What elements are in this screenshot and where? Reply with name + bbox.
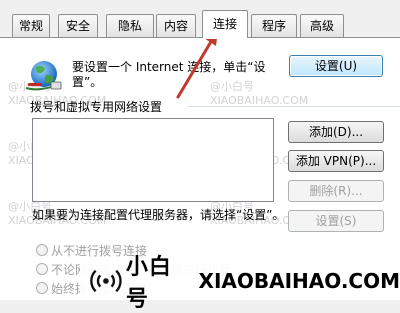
radio-indicator-icon — [36, 282, 48, 294]
section-divider — [188, 106, 400, 107]
watermark-banner: 小白号 XIAOBAIHAO.COM — [80, 255, 400, 312]
tab-advanced[interactable]: 高级 — [300, 14, 344, 37]
add-button[interactable]: 添加(D)... — [288, 121, 384, 143]
globe-network-icon — [25, 61, 62, 91]
brand-name: 小白号 — [125, 255, 172, 312]
setup-instructions: 要设置一个 Internet 连接，单击“设置”。 — [72, 60, 266, 89]
brand-domain: XIAOBAIHAO.COM — [198, 269, 400, 293]
tab-connections[interactable]: 连接 — [202, 10, 248, 39]
radio-indicator-icon — [36, 244, 48, 256]
tab-privacy[interactable]: 隐私 — [106, 14, 154, 37]
proxy-instructions: 如果要为连接配置代理服务器，请选择“设置”。 — [32, 208, 285, 222]
tab-security[interactable]: 安全 — [58, 14, 98, 37]
tab-strip: 常规 安全 隐私 内容 连接 程序 高级 — [0, 0, 400, 39]
connections-list[interactable] — [32, 118, 274, 202]
tab-general[interactable]: 常规 — [12, 14, 50, 37]
settings-button[interactable]: 设置(S) — [288, 210, 384, 232]
add-vpn-button[interactable]: 添加 VPN(P)... — [288, 150, 384, 172]
dialup-section-title: 拨号和虚拟专用网络设置 — [30, 100, 163, 114]
tab-programs[interactable]: 程序 — [251, 14, 297, 37]
tab-content[interactable]: 内容 — [156, 14, 196, 37]
radio-indicator-icon — [36, 263, 48, 275]
remove-button[interactable]: 删除(R)... — [288, 180, 384, 202]
setup-button[interactable]: 设置(U) — [289, 55, 383, 77]
broadcast-logo-icon — [90, 269, 122, 293]
